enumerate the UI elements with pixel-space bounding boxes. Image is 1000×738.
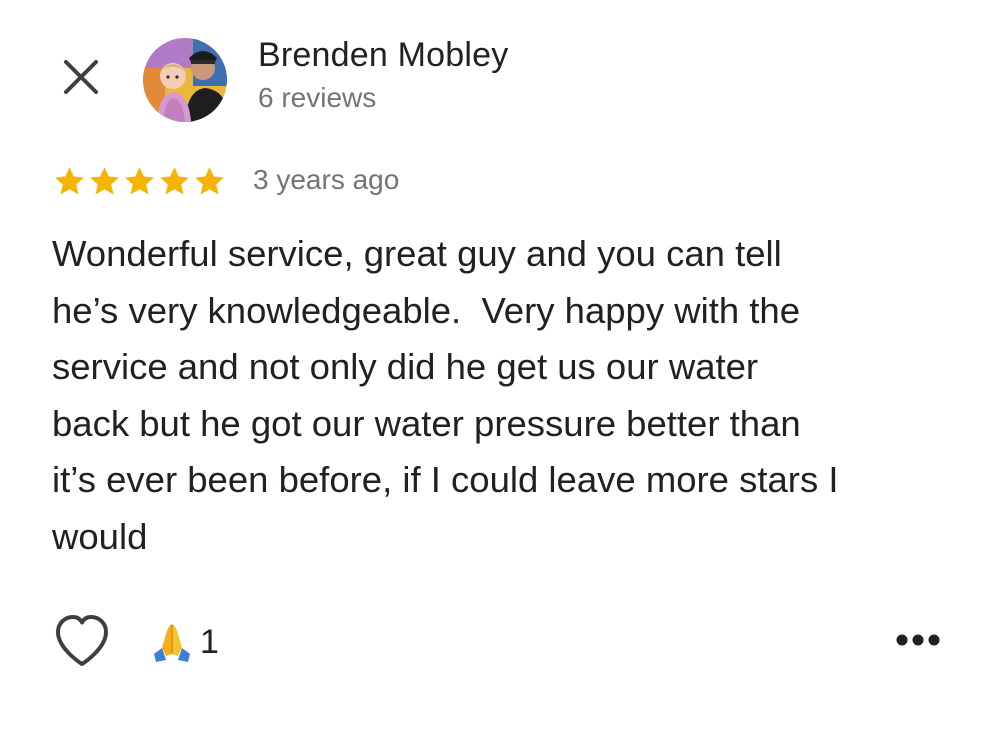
star-rating [52,164,227,200]
heart-outline-icon [56,615,108,666]
review-text: Wonderful service, great guy and you can… [52,233,839,557]
star-icon [90,167,119,195]
review-card: Brenden Mobley 6 reviews 3 years ago Won… [0,0,1000,738]
close-icon [64,60,98,94]
review-count[interactable]: 6 reviews [258,82,376,114]
star-icon [125,167,154,195]
star-icon [195,167,224,195]
more-options-button[interactable] [890,622,950,658]
review-time: 3 years ago [253,164,400,195]
star-icon [160,167,189,195]
star-icon [55,167,84,195]
reaction-count: 1 [200,622,219,661]
user-avatar-image [143,38,227,122]
close-button[interactable] [56,52,106,102]
avatar[interactable] [143,38,227,122]
reaction-button[interactable]: 1 [150,617,219,667]
folded-hands-emoji-icon [154,624,190,662]
author-name[interactable]: Brenden Mobley [258,36,508,75]
like-button[interactable] [52,612,112,670]
more-horiz-icon [896,634,940,646]
